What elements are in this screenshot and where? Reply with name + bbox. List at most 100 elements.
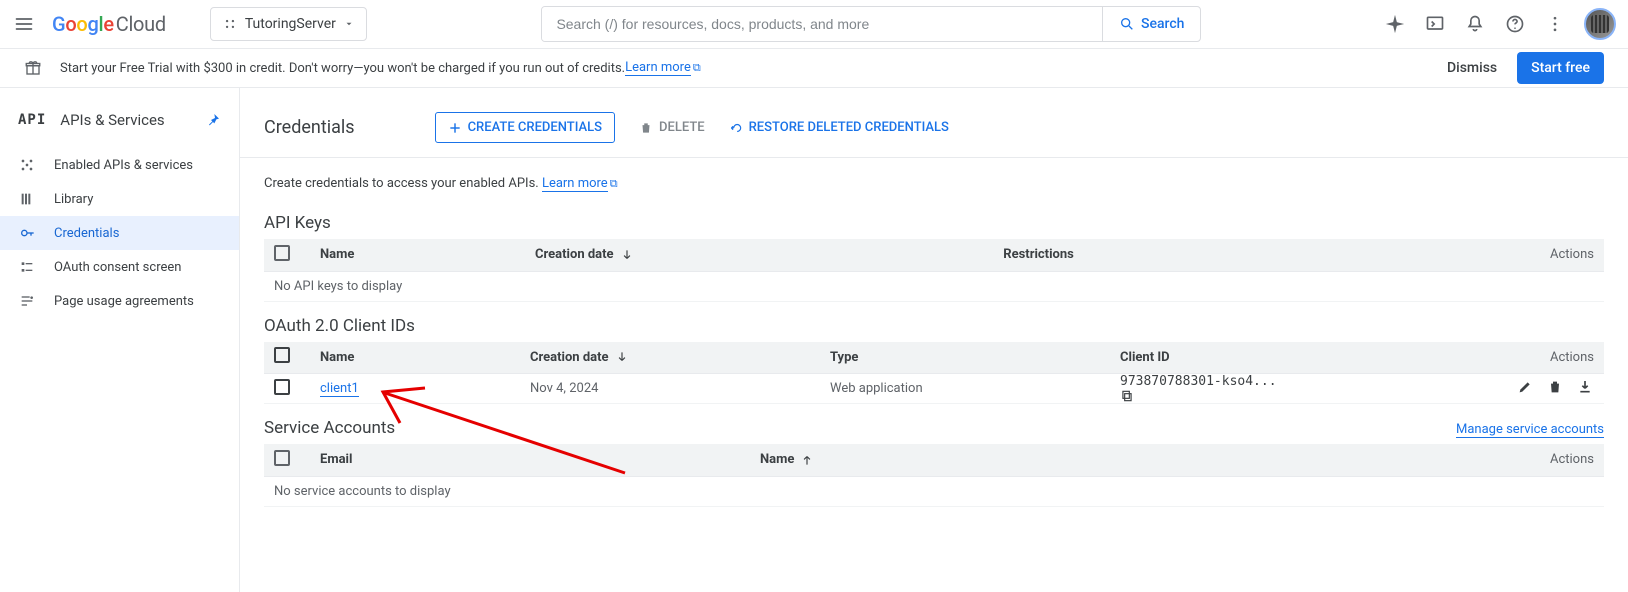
col-name[interactable]: Name	[310, 342, 520, 374]
restore-icon	[729, 121, 743, 135]
page-header: Credentials CREATE CREDENTIALS DELETE RE…	[240, 98, 1628, 158]
manage-service-accounts[interactable]: Manage service accounts	[1456, 422, 1604, 438]
sidebar-item-credentials[interactable]: Credentials	[0, 216, 239, 250]
plus-icon	[448, 121, 462, 135]
project-icon	[223, 17, 237, 31]
oauth-creation: Nov 4, 2024	[520, 374, 820, 404]
key-icon	[18, 224, 36, 242]
col-type[interactable]: Type	[820, 342, 1110, 374]
checkbox-all[interactable]	[274, 245, 290, 261]
gemini-icon[interactable]	[1384, 13, 1406, 35]
cloud-shell-icon[interactable]	[1424, 13, 1446, 35]
table-header-row: Name Creation date Restrictions Actions	[264, 239, 1604, 271]
oauth-heading: OAuth 2.0 Client IDs	[264, 316, 1604, 336]
helper-text: Create credentials to access your enable…	[264, 176, 1604, 191]
col-client-id[interactable]: Client ID	[1110, 342, 1474, 374]
banner-dismiss[interactable]: Dismiss	[1447, 60, 1497, 76]
arrow-down-icon	[620, 248, 634, 262]
project-name: TutoringServer	[245, 16, 336, 32]
create-credentials-button[interactable]: CREATE CREDENTIALS	[435, 112, 615, 143]
account-avatar[interactable]	[1584, 8, 1616, 40]
search-button[interactable]: Search	[1102, 7, 1200, 41]
gift-icon	[24, 59, 42, 77]
start-free-button[interactable]: Start free	[1517, 52, 1604, 84]
table-empty-row: No service accounts to display	[264, 476, 1604, 506]
restore-button[interactable]: RESTORE DELETED CREDENTIALS	[729, 120, 949, 135]
search-icon	[1119, 16, 1135, 32]
sidebar-label: Page usage agreements	[54, 294, 194, 309]
top-bar: Google Cloud TutoringServer Search	[0, 0, 1628, 48]
main-area: API APIs & Services Enabled APIs & servi…	[0, 88, 1628, 592]
edit-icon[interactable]	[1516, 378, 1534, 396]
oauth-table: Name Creation date Type Client ID Action…	[264, 342, 1604, 405]
col-name-label: Name	[760, 452, 794, 467]
content: Credentials CREATE CREDENTIALS DELETE RE…	[240, 88, 1628, 592]
search-input[interactable]	[542, 7, 1102, 41]
hamburger-icon[interactable]	[12, 12, 36, 36]
sidebar-item-oauth-consent[interactable]: OAuth consent screen	[0, 250, 239, 284]
col-email[interactable]: Email	[310, 444, 750, 476]
project-picker[interactable]: TutoringServer	[210, 7, 367, 41]
more-icon[interactable]	[1544, 13, 1566, 35]
col-name[interactable]: Name	[750, 444, 1474, 476]
col-name[interactable]: Name	[310, 239, 525, 271]
help-icon[interactable]	[1504, 13, 1526, 35]
trash-icon	[639, 121, 653, 135]
consent-icon	[18, 258, 36, 276]
external-icon: ⧉	[610, 177, 618, 190]
external-icon: ⧉	[693, 61, 701, 75]
sidebar-label: OAuth consent screen	[54, 260, 181, 275]
service-accounts-table: Email Name Actions No service accounts t…	[264, 444, 1604, 507]
sidebar-item-page-usage[interactable]: Page usage agreements	[0, 284, 239, 318]
google-cloud-logo[interactable]: Google Cloud	[52, 12, 166, 36]
delete-button[interactable]: DELETE	[639, 120, 705, 135]
service-accounts-heading: Service Accounts	[264, 418, 395, 438]
checkbox-row[interactable]	[274, 379, 290, 395]
checkbox-all[interactable]	[274, 347, 290, 363]
restore-label: RESTORE DELETED CREDENTIALS	[749, 120, 949, 135]
enabled-apis-icon	[18, 156, 36, 174]
banner-text: Start your Free Trial with $300 in credi…	[60, 61, 625, 76]
sidebar-item-enabled-apis[interactable]: Enabled APIs & services	[0, 148, 239, 182]
banner-learn-more[interactable]: Learn more	[625, 60, 691, 76]
col-actions: Actions	[1351, 239, 1604, 271]
oauth-client-link[interactable]: client1	[320, 381, 359, 397]
api-keys-empty: No API keys to display	[264, 271, 1604, 301]
arrow-down-icon	[615, 350, 629, 364]
search-bar: Search	[541, 6, 1201, 42]
chevron-down-icon	[344, 19, 354, 29]
helper-learn-more[interactable]: Learn more	[542, 176, 608, 192]
pin-icon[interactable]	[205, 112, 221, 128]
sidebar: API APIs & Services Enabled APIs & servi…	[0, 88, 240, 592]
table-header-row: Name Creation date Type Client ID Action…	[264, 342, 1604, 374]
search-button-label: Search	[1141, 16, 1184, 32]
notifications-icon[interactable]	[1464, 13, 1486, 35]
api-keys-table: Name Creation date Restrictions Actions …	[264, 239, 1604, 302]
create-credentials-label: CREATE CREDENTIALS	[468, 120, 602, 135]
svc-empty: No service accounts to display	[264, 476, 1604, 506]
sidebar-title: APIs & Services	[60, 111, 191, 129]
col-creation[interactable]: Creation date	[520, 342, 820, 374]
checkbox-all[interactable]	[274, 450, 290, 466]
col-creation-label: Creation date	[535, 247, 614, 262]
page-title: Credentials	[264, 117, 355, 138]
oauth-row[interactable]: client1 Nov 4, 2024 Web application 9738…	[264, 374, 1604, 404]
col-actions: Actions	[1474, 444, 1604, 476]
delete-icon[interactable]	[1546, 378, 1564, 396]
col-restrictions[interactable]: Restrictions	[993, 239, 1351, 271]
table-empty-row: No API keys to display	[264, 271, 1604, 301]
sidebar-item-library[interactable]: Library	[0, 182, 239, 216]
col-creation[interactable]: Creation date	[525, 239, 993, 271]
sidebar-label: Credentials	[54, 226, 119, 241]
copy-icon[interactable]	[1120, 389, 1464, 403]
oauth-client-id: 973870788301-kso4...	[1120, 374, 1277, 389]
download-icon[interactable]	[1576, 378, 1594, 396]
library-icon	[18, 190, 36, 208]
col-creation-label: Creation date	[530, 350, 609, 365]
table-header-row: Email Name Actions	[264, 444, 1604, 476]
delete-label: DELETE	[659, 120, 705, 135]
sidebar-header: API APIs & Services	[0, 96, 239, 144]
api-logo-icon: API	[18, 112, 46, 128]
col-actions: Actions	[1474, 342, 1604, 374]
logo-cloud-text: Cloud	[116, 12, 166, 36]
